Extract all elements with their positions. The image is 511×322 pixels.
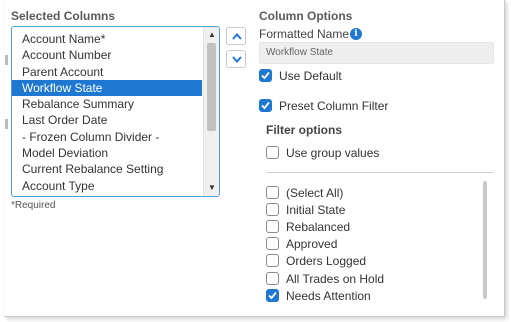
list-item[interactable]: Account Number <box>12 47 202 63</box>
use-default-label: Use Default <box>279 69 342 83</box>
scroll-up-arrow-icon[interactable]: ▲ <box>204 28 219 42</box>
formatted-name-label: Formatted Name <box>259 27 350 41</box>
list-item[interactable]: Model Deviation <box>12 145 202 161</box>
scrollbar-thumb[interactable] <box>207 43 216 131</box>
selected-columns-list[interactable]: Account Name* Account Number Parent Accoun… <box>11 26 220 197</box>
chevron-up-icon <box>232 33 242 40</box>
column-options-title: Column Options <box>259 9 353 23</box>
list-item[interactable]: Current Rebalance Setting <box>12 161 202 177</box>
use-default-checkbox[interactable] <box>259 69 272 82</box>
checkmark-icon <box>261 101 270 110</box>
list-item[interactable]: - Frozen Column Divider - <box>12 129 202 145</box>
list-item[interactable]: Account Name* <box>12 31 202 47</box>
filter-value-label: Rebalanced <box>286 220 351 234</box>
filter-value-label: All Trades on Hold <box>286 272 385 286</box>
use-group-values-label: Use group values <box>286 146 380 160</box>
preset-column-filter-label: Preset Column Filter <box>279 99 389 113</box>
scroll-down-arrow-icon[interactable]: ▼ <box>204 181 219 195</box>
filter-value-checkbox[interactable] <box>266 237 279 250</box>
move-up-button[interactable] <box>226 27 246 45</box>
filter-value-checkbox[interactable] <box>266 186 279 199</box>
divider <box>266 172 494 173</box>
list-item[interactable]: Account Type <box>12 178 202 194</box>
filter-value-checkbox[interactable] <box>266 203 279 216</box>
filter-value-label: Needs Attention <box>286 289 371 303</box>
filter-options-heading: Filter options <box>266 123 342 137</box>
preset-column-filter-checkbox[interactable] <box>259 99 272 112</box>
filter-values-scrollbar[interactable] <box>483 181 487 299</box>
chevron-down-icon <box>232 56 242 63</box>
filter-value-checkbox[interactable] <box>266 289 279 302</box>
selected-columns-items: Account Name* Account Number Parent Accoun… <box>12 31 202 194</box>
list-item[interactable]: Last Order Date <box>12 112 202 128</box>
move-down-button[interactable] <box>226 50 246 68</box>
filter-value-label: Initial State <box>286 203 346 217</box>
info-icon[interactable]: i <box>350 28 362 40</box>
selected-columns-title: Selected Columns <box>11 9 116 23</box>
filter-value-label: Approved <box>286 237 338 251</box>
list-item[interactable]: Rebalance Summary <box>12 96 202 112</box>
left-edge-marker <box>5 55 8 65</box>
use-group-values-checkbox[interactable] <box>266 146 279 159</box>
filter-value-label: Orders Logged <box>286 254 367 268</box>
filter-value-checkbox[interactable] <box>266 254 279 267</box>
checkmark-icon <box>268 291 277 300</box>
formatted-name-field[interactable]: Workflow State <box>259 42 494 64</box>
list-item[interactable]: Workflow State <box>12 79 202 97</box>
list-item[interactable]: Parent Account <box>12 64 202 80</box>
checkmark-icon <box>261 71 270 80</box>
required-note: *Required <box>11 200 56 211</box>
left-edge-marker <box>5 119 8 129</box>
filter-value-label: (Select All) <box>286 186 344 200</box>
list-scrollbar[interactable]: ▲ ▼ <box>203 27 219 196</box>
filter-value-checkbox[interactable] <box>266 220 279 233</box>
filter-value-checkbox[interactable] <box>266 272 279 285</box>
